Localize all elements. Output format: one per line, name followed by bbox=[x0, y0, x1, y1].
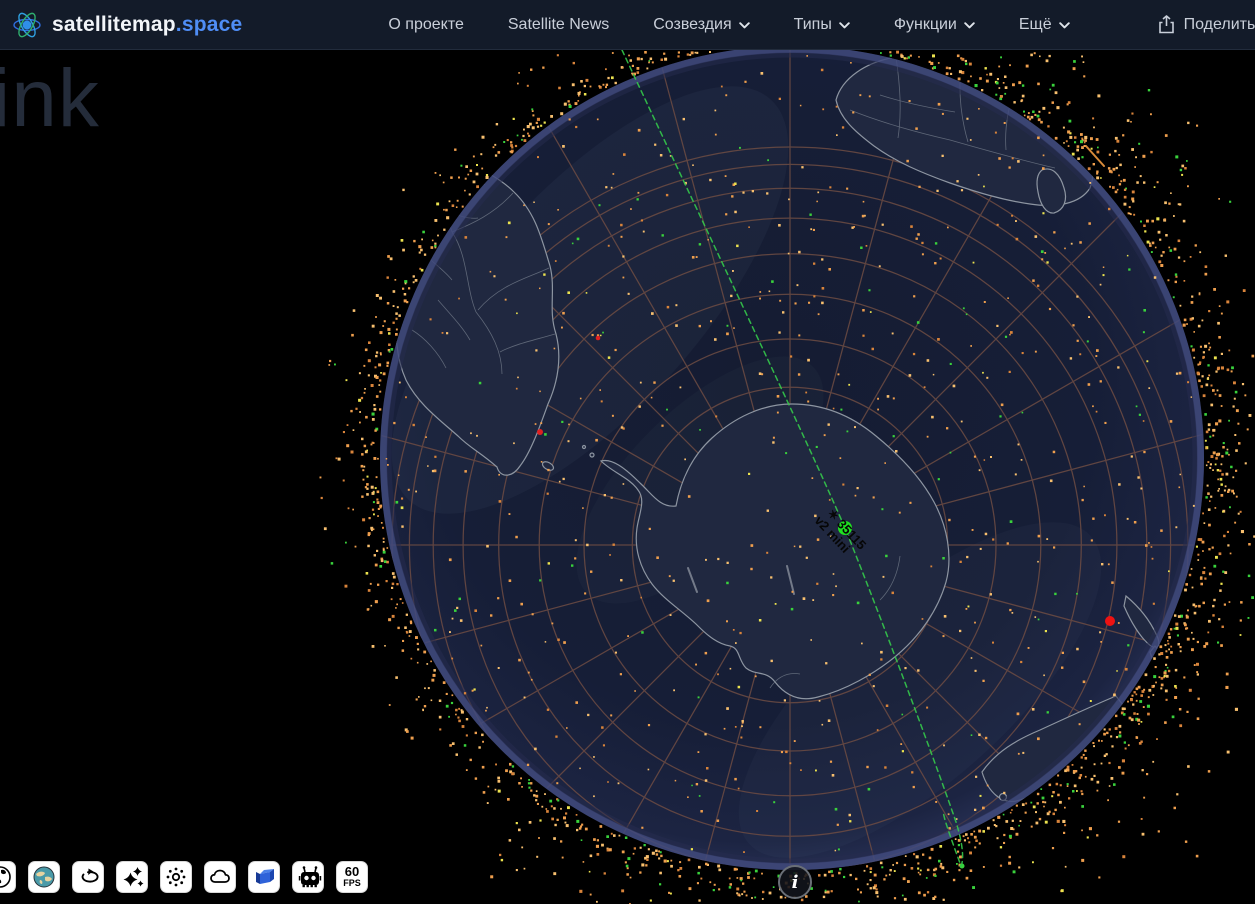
brand[interactable]: satellitemap.space bbox=[12, 10, 242, 40]
brand-logo-atom-icon bbox=[13, 12, 41, 37]
nav-item-satellite-news[interactable]: Satellite News bbox=[508, 16, 609, 34]
chevron-down-icon bbox=[1058, 22, 1070, 29]
chevron-down-icon bbox=[839, 22, 850, 29]
cube-3d-icon bbox=[256, 869, 274, 884]
share-icon bbox=[1158, 15, 1174, 34]
island-group bbox=[1093, 106, 1121, 132]
fps-value: 60 bbox=[345, 864, 359, 879]
navbar: satellitemap.space О проекте Satellite N… bbox=[0, 0, 1255, 50]
3d-view-button[interactable] bbox=[248, 861, 280, 893]
sparkles-icon bbox=[123, 867, 144, 887]
brand-name: satellitemap.space bbox=[52, 12, 243, 36]
nav-label: Типы bbox=[793, 15, 832, 33]
rotation-toggle-button[interactable] bbox=[72, 861, 104, 893]
nav-item-about[interactable]: О проекте bbox=[388, 16, 463, 34]
watermark-text: ink bbox=[0, 53, 100, 144]
earth-icon bbox=[33, 866, 55, 888]
fps-unit: FPS bbox=[343, 878, 361, 888]
chevron-down-icon bbox=[964, 22, 975, 29]
nav-item-types[interactable]: Типы bbox=[794, 16, 850, 34]
nav-label: Поделиться bbox=[1183, 15, 1255, 33]
robot-button[interactable] bbox=[292, 861, 324, 893]
info-button[interactable]: i bbox=[778, 865, 812, 899]
basemap-bw-button[interactable] bbox=[0, 861, 16, 893]
fps-icon: 60 FPS bbox=[343, 864, 361, 888]
robot-icon bbox=[298, 866, 322, 888]
map-toolbar: 60 FPS bbox=[0, 861, 368, 893]
nav-item-more[interactable]: Ещё bbox=[1019, 16, 1070, 34]
globe-canvas[interactable]: ✶ 35115 v2 mini bbox=[0, 0, 1255, 904]
nav-label: Функции bbox=[893, 15, 957, 33]
sun-toggle-button[interactable] bbox=[160, 861, 192, 893]
nav-menu: О проекте Satellite News Созвездия Типы … bbox=[388, 15, 1255, 34]
nav-item-share[interactable]: Поделиться bbox=[1158, 15, 1255, 34]
rotate-icon bbox=[81, 868, 99, 883]
satellite-dot-red-small[interactable] bbox=[595, 335, 601, 341]
brand-tld: .space bbox=[175, 12, 243, 36]
app-root: ✶ 35115 v2 mini ink satellitemap.space О… bbox=[0, 0, 1255, 904]
nav-label: Ещё bbox=[1018, 15, 1052, 33]
sun-icon bbox=[166, 867, 186, 887]
fps-button[interactable]: 60 FPS bbox=[336, 861, 368, 893]
nav-item-functions[interactable]: Функции bbox=[894, 16, 975, 34]
clouds-toggle-button[interactable] bbox=[204, 861, 236, 893]
satellite-dot-red-medium[interactable] bbox=[537, 429, 543, 435]
nav-label: Satellite News bbox=[507, 15, 610, 33]
stars-toggle-button[interactable] bbox=[116, 861, 148, 893]
chevron-down-icon bbox=[738, 22, 750, 29]
globe-bw-icon bbox=[0, 866, 11, 888]
basemap-color-button[interactable] bbox=[28, 861, 60, 893]
island bbox=[581, 444, 587, 450]
nav-label: О проекте bbox=[388, 15, 464, 33]
island bbox=[589, 452, 595, 458]
cloud-icon bbox=[210, 869, 230, 883]
nav-item-constellations[interactable]: Созвездия bbox=[653, 15, 750, 34]
satellite-dot-red-large[interactable] bbox=[1105, 616, 1115, 626]
nav-label: Созвездия bbox=[653, 15, 732, 33]
